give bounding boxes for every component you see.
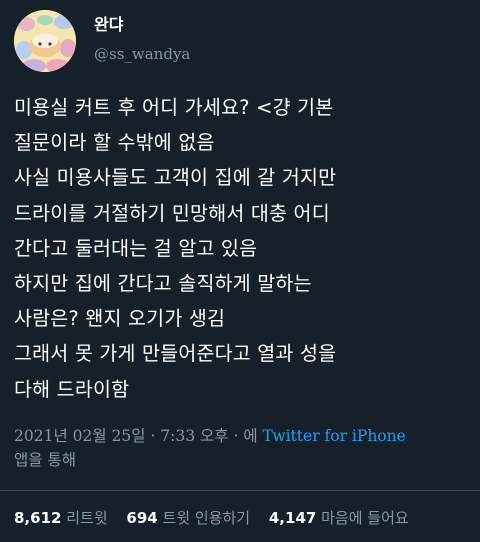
tweet-body: 미용실 커트 후 어디 가세요? <걍 기본 질문이라 할 수밖에 없음 사실 …	[14, 90, 470, 407]
likes-label: 마음에 들어요	[321, 509, 409, 527]
quotes-count: 694	[126, 509, 158, 527]
quotes-label: 트윗 인용하기	[162, 509, 251, 527]
likes-count: 4,147	[268, 509, 317, 527]
tweet-meta: 2021년 02월 25일 · 7:33 오후 · 에 Twitter for …	[14, 424, 470, 472]
retweets-stat[interactable]: 8,612 리트윗	[14, 506, 108, 530]
retweets-count: 8,612	[14, 509, 62, 527]
tweet-stats: 8,612 리트윗 694 트윗 인용하기 4,147 마음에 들어요	[14, 506, 470, 530]
display-name[interactable]: 완댜	[94, 14, 190, 36]
meta-line: 2021년 02월 25일 · 7:33 오후 · 에 Twitter for …	[14, 424, 470, 448]
tweet-line: 드라이를 거절하기 민망해서 대충 어디	[14, 201, 330, 225]
author-names: 완댜 @ss_wandya	[94, 14, 190, 66]
avatar-cake-icon	[14, 10, 76, 72]
tweet-line: 간다고 둘러대는 걸 알고 있음	[14, 236, 258, 260]
tweet-line: 미용실 커트 후 어디 가세요? <걍 기본	[14, 96, 334, 119]
retweets-label: 리트윗	[66, 509, 108, 527]
timestamp[interactable]: 2021년 02월 25일 · 7:33 오후 · 에	[14, 427, 258, 445]
divider	[0, 490, 480, 491]
quotes-stat[interactable]: 694 트윗 인용하기	[126, 506, 250, 530]
tweet-line: 사실 미용사들도 고객이 집에 갈 거지만	[14, 166, 337, 190]
tweet-line: 다해 드라이함	[14, 377, 130, 401]
via-text: 앱을 통해	[14, 451, 76, 469]
source-link[interactable]: Twitter for iPhone	[263, 427, 406, 445]
tweet-line: 하지만 집에 간다고 솔직하게 말하는	[14, 272, 312, 296]
avatar[interactable]	[14, 10, 76, 72]
tweet-line: 사람은? 왠지 오기가 생김	[14, 307, 226, 331]
tweet-line: 그래서 못 가게 만들어준다고 열과 성을	[14, 342, 337, 366]
tweet-line: 질문이라 할 수밖에 없음	[14, 131, 215, 155]
handle[interactable]: @ss_wandya	[94, 42, 190, 66]
likes-stat[interactable]: 4,147 마음에 들어요	[269, 506, 409, 530]
tweet-header: 완댜 @ss_wandya	[14, 10, 466, 72]
